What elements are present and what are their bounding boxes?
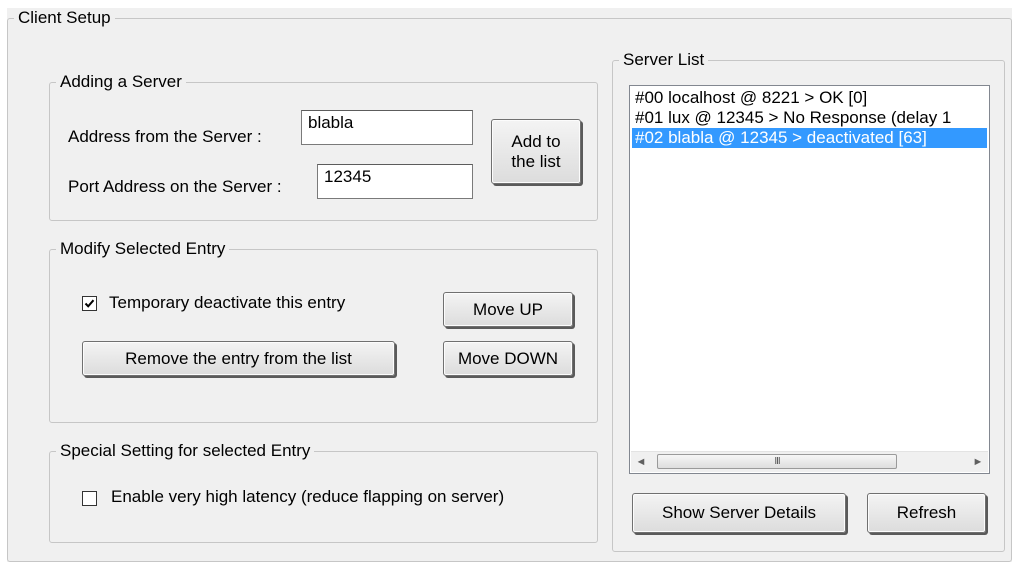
server-list-item[interactable]: #01 lux @ 12345 > No Response (delay 1 <box>632 108 987 128</box>
server-list-item[interactable]: #00 localhost @ 8221 > OK [0] <box>632 88 987 108</box>
deactivate-label: Temporary deactivate this entry <box>109 293 346 312</box>
server-list-item-selected[interactable]: #02 blabla @ 12345 > deactivated [63] <box>632 128 987 148</box>
port-input[interactable]: 12345 <box>317 164 473 199</box>
special-setting-title: Special Setting for selected Entry <box>56 441 315 461</box>
server-list-title: Server List <box>619 50 709 70</box>
scroll-thumb[interactable]: III <box>657 454 897 469</box>
modify-entry-group: Modify Selected Entry <box>49 239 598 423</box>
scroll-right-icon[interactable]: ► <box>968 452 988 472</box>
address-label: Address from the Server : <box>68 127 262 146</box>
add-button-line2: the list <box>511 151 561 171</box>
high-latency-checkbox[interactable] <box>82 491 97 506</box>
deactivate-checkbox[interactable] <box>82 296 97 311</box>
scroll-left-icon[interactable]: ◄ <box>631 452 651 472</box>
horizontal-scrollbar[interactable]: ◄ III ► <box>631 451 988 472</box>
check-icon <box>84 299 95 308</box>
port-label: Port Address on the Server : <box>68 177 282 196</box>
client-setup-panel: Client Setup Adding a Server Address fro… <box>7 8 1012 562</box>
modify-entry-title: Modify Selected Entry <box>56 239 230 259</box>
adding-server-title: Adding a Server <box>56 72 186 92</box>
move-down-button[interactable]: Move DOWN <box>443 341 573 376</box>
show-server-details-button[interactable]: Show Server Details <box>632 493 846 533</box>
add-to-list-button[interactable]: Add to the list <box>491 119 581 184</box>
refresh-button[interactable]: Refresh <box>867 493 986 533</box>
move-up-button[interactable]: Move UP <box>443 292 573 327</box>
remove-entry-button[interactable]: Remove the entry from the list <box>82 341 395 376</box>
address-input[interactable]: blabla <box>301 110 473 145</box>
scroll-grip-icon: III <box>774 456 780 467</box>
high-latency-label: Enable very high latency (reduce flappin… <box>111 487 505 506</box>
add-button-line1: Add to <box>511 131 561 151</box>
client-setup-title: Client Setup <box>14 8 115 28</box>
server-listbox[interactable]: #00 localhost @ 8221 > OK [0] #01 lux @ … <box>629 85 990 474</box>
